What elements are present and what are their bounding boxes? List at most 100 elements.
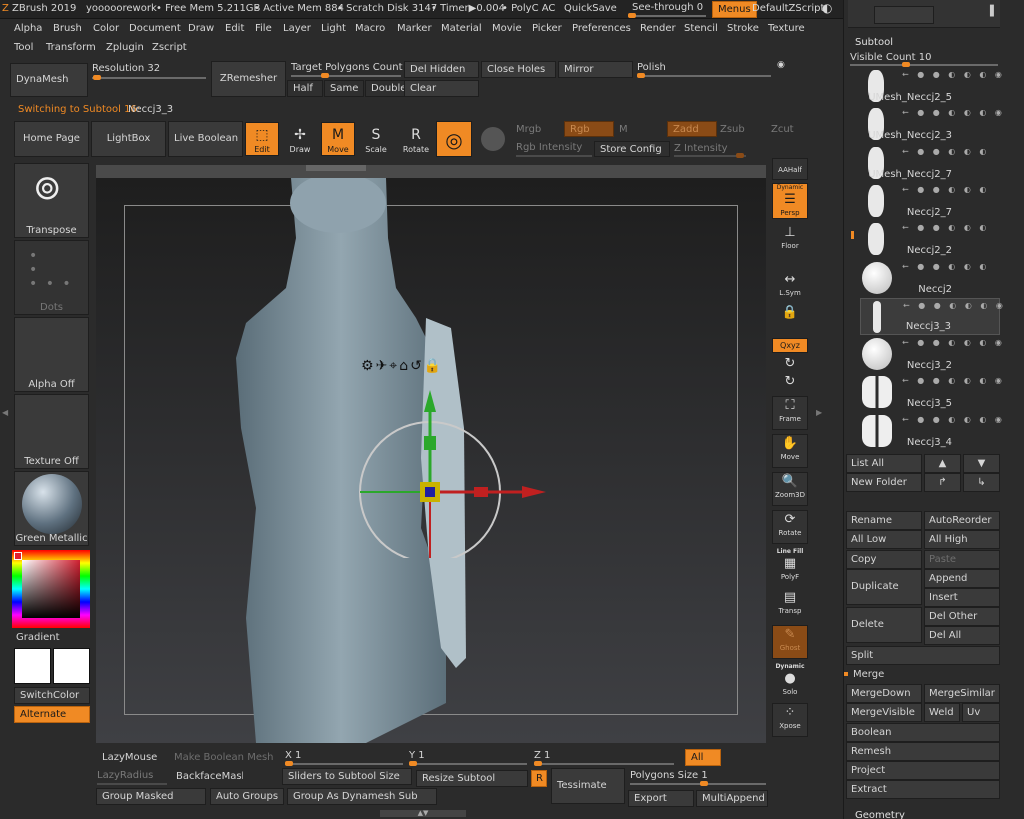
menu-layer[interactable]: Layer [283, 23, 311, 34]
polish-track[interactable] [637, 75, 771, 77]
gradient-label[interactable]: Gradient [16, 632, 60, 643]
rotate-view-button[interactable]: ⟳ Rotate [772, 510, 808, 544]
main-color-swatch[interactable] [14, 648, 51, 684]
export-button[interactable]: Export [628, 790, 694, 807]
bottom-tray-handle-icon[interactable]: ▲▼ [380, 810, 466, 817]
lazyradius-slider[interactable]: LazyRadius [97, 770, 153, 781]
move-view-button[interactable]: ✋ Move [772, 434, 808, 468]
subtool-visibility-controls[interactable]: ⇜ ● ● ◐ ◐ ◐ ◉ [902, 70, 1005, 79]
subtool-visibility-controls[interactable]: ⇜ ● ● ◐ ◐ ◐ ◉ [902, 338, 1005, 347]
all-low-button[interactable]: All Low [846, 530, 922, 549]
panel-toggle-icon[interactable]: ▐ [986, 6, 994, 17]
project-section[interactable]: Project [846, 761, 1000, 780]
target-polygons-slider[interactable]: Target Polygons Count 5 [291, 62, 412, 73]
autoreorder-button[interactable]: AutoReorder [924, 511, 1000, 530]
transp-button[interactable]: ▤ Transp [772, 588, 808, 620]
y-scale-track[interactable] [409, 763, 527, 765]
menu-material[interactable]: Material [441, 23, 482, 34]
menu-texture[interactable]: Texture [768, 23, 805, 34]
persp-button[interactable]: Dynamic ☰ Persp [772, 183, 808, 219]
polygons-size-slider[interactable]: Polygons Size 1 [630, 770, 708, 781]
home-page-button[interactable]: Home Page [14, 121, 89, 157]
resolution-knob[interactable] [93, 75, 101, 80]
dynamesh-button[interactable]: DynaMesh [10, 63, 88, 97]
gizmo-location-icon[interactable]: ⌖ [389, 358, 399, 374]
x-scale-track[interactable] [285, 763, 403, 765]
menu-transform[interactable]: Transform [46, 42, 96, 53]
z-scale-knob[interactable] [534, 761, 542, 766]
zremesher-button[interactable]: ZRemesher [211, 61, 286, 97]
insert-button[interactable]: Insert [924, 588, 1000, 607]
subtool-visibility-controls[interactable]: ⇜ ● ● ◐ ◐ ◐ ◉ [902, 376, 1005, 385]
y-scale-slider[interactable]: Y 1 [409, 750, 425, 761]
resolution-slider[interactable]: Resolution 32 [92, 63, 160, 74]
rotate-z-icon[interactable]: ↻ [772, 374, 808, 390]
delete-button[interactable]: Delete [846, 607, 922, 643]
zcut-button[interactable]: Zcut [771, 124, 794, 135]
menus-button[interactable]: Menus [712, 1, 757, 18]
alternate-button[interactable]: Alternate [14, 706, 90, 723]
xpose-button[interactable]: ⁘ Xpose [772, 703, 808, 737]
mergevisible-button[interactable]: MergeVisible [846, 703, 922, 722]
color-picker[interactable] [12, 550, 90, 628]
menu-tool[interactable]: Tool [14, 42, 33, 53]
move-button[interactable]: M Move [321, 122, 355, 156]
rename-button[interactable]: Rename [846, 511, 922, 530]
same-button[interactable]: Same [324, 80, 364, 97]
z-intensity-slider[interactable]: Z Intensity [674, 143, 728, 154]
subtool-visibility-controls[interactable]: ⇜ ● ● ◐ ◐ ◐ ◉ [902, 415, 1005, 424]
subtool-visibility-controls[interactable]: ⇜ ● ● ◐ ◐ ◐ [902, 147, 989, 156]
mrgb-button[interactable]: Mrgb [516, 124, 541, 135]
zsub-button[interactable]: Zsub [720, 124, 745, 135]
gizmo-pin-icon[interactable]: ✈ [376, 358, 390, 374]
uv-button[interactable]: Uv [962, 703, 1000, 722]
material-sphere-icon[interactable] [481, 127, 505, 151]
r-button[interactable]: R [531, 770, 547, 787]
live-boolean-button[interactable]: Live Boolean [168, 121, 243, 157]
target-polygons-track[interactable] [291, 75, 401, 77]
canvas-viewport[interactable]: ⚙✈⌖⌂↺🔒 [96, 178, 766, 743]
menu-brush[interactable]: Brush [53, 23, 82, 34]
target-polygons-knob[interactable] [321, 73, 329, 78]
subtool-item[interactable]: ⇜ ● ● ◐ ◐ ◐ ◉ Neccj3_5 [860, 374, 1002, 411]
lsym-button[interactable]: ↔ L.Sym [772, 270, 808, 298]
visible-count-slider[interactable]: Visible Count 10 [850, 52, 931, 63]
gizmo-settings-icon[interactable]: ⚙ [361, 358, 376, 374]
secondary-color-swatch[interactable] [53, 648, 90, 684]
left-tray-arrow-icon[interactable]: ◀ [2, 408, 8, 422]
menu-light[interactable]: Light [321, 23, 346, 34]
right-tray-arrow-icon[interactable]: ▶ [816, 408, 822, 422]
close-holes-button[interactable]: Close Holes [481, 61, 556, 78]
half-button[interactable]: Half [287, 80, 323, 97]
transpose-tile[interactable]: ⊚ Transpose [14, 163, 89, 238]
subtool-visibility-controls[interactable]: ⇜ ● ● ◐ ◐ ◐ ◉ [903, 301, 1006, 310]
xyz-button[interactable]: Qxyz [772, 338, 808, 353]
rgb-button[interactable]: Rgb [564, 121, 614, 137]
subtool-visibility-controls[interactable]: ⇜ ● ● ◐ ◐ ◐ [902, 185, 989, 194]
gizmo-button[interactable]: ◎ [436, 121, 472, 157]
menu-color[interactable]: Color [93, 23, 119, 34]
canvas-scroll-handle[interactable] [306, 165, 366, 171]
subtool-item[interactable]: ⇜ ● ● ◐ ◐ ◐ ◉ Neccj3_3 [860, 297, 1003, 335]
z-scale-track[interactable] [534, 763, 674, 765]
subtool-item[interactable]: ⇜ ● ● ◐ ◐ ◐ ◉ Neccj3_4 [860, 413, 1002, 450]
weld-button[interactable]: Weld [924, 703, 960, 722]
subtool-scroll-indicator[interactable] [851, 231, 854, 239]
texture-tile[interactable]: Texture Off [14, 394, 89, 469]
floor-button[interactable]: ⊥ Floor [772, 223, 808, 255]
menu-render[interactable]: Render [640, 23, 676, 34]
switch-color-button[interactable]: SwitchColor [14, 687, 90, 704]
menu-movie[interactable]: Movie [492, 23, 522, 34]
polish-toggle-icon[interactable]: ◉ [777, 60, 785, 70]
x-scale-knob[interactable] [285, 761, 293, 766]
group-masked-button[interactable]: Group Masked [96, 788, 206, 805]
clear-button[interactable]: Clear [404, 80, 479, 97]
move-out-folder-button[interactable]: ↳ [963, 473, 1000, 492]
z-intensity-knob[interactable] [736, 153, 744, 158]
menu-marker[interactable]: Marker [397, 23, 432, 34]
gizmo-home-icon[interactable]: ⌂ [399, 358, 410, 374]
store-config-button[interactable]: Store Config [594, 141, 670, 157]
polyf-button[interactable]: Line Fill ▦ PolyF [772, 547, 808, 581]
menu-picker[interactable]: Picker [532, 23, 562, 34]
polygons-size-track[interactable] [630, 783, 766, 785]
